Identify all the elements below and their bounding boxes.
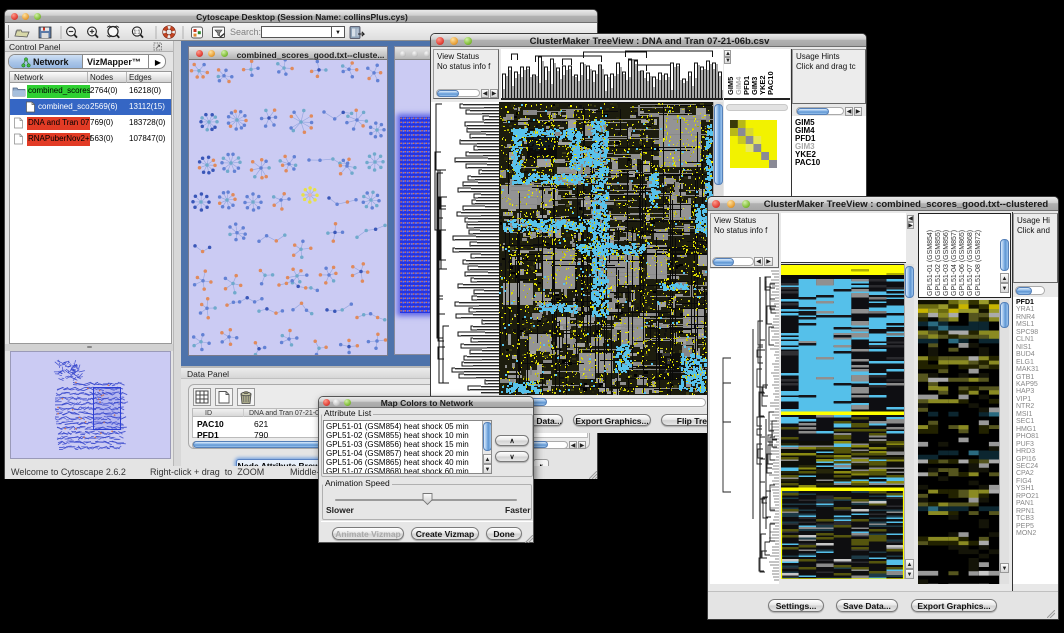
svg-text:1:1: 1:1 bbox=[134, 30, 141, 36]
